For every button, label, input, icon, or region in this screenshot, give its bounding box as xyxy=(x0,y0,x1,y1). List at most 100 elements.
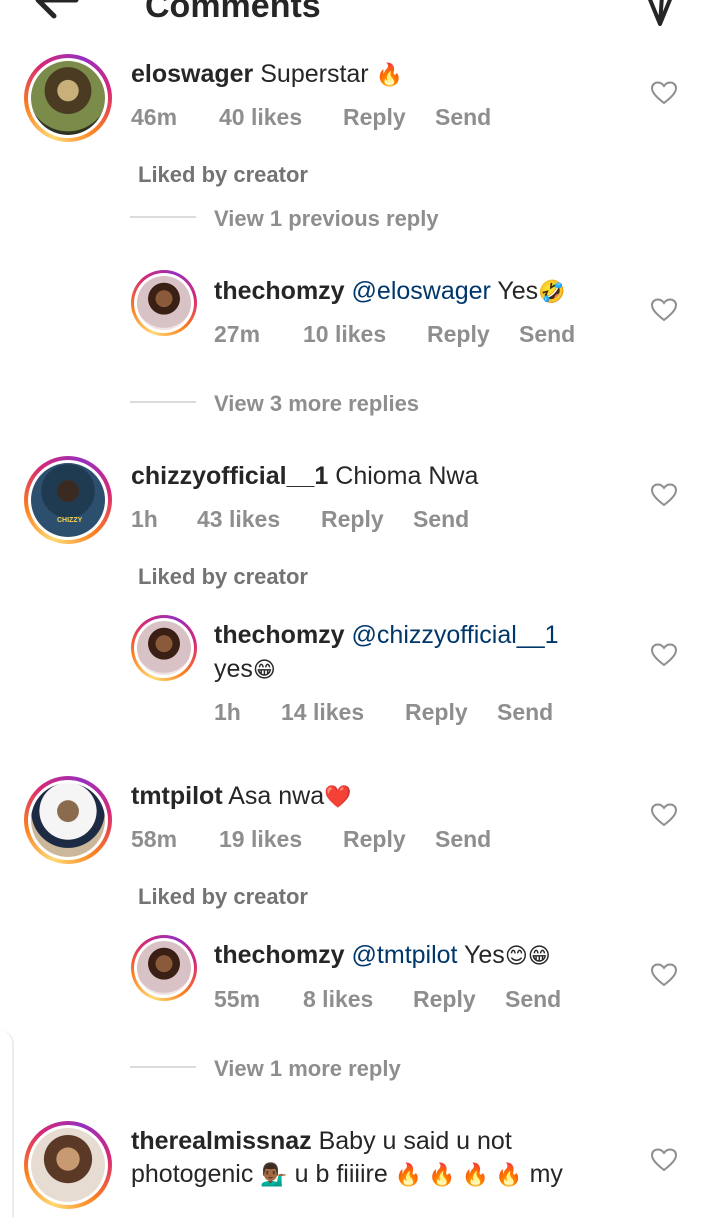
send-button[interactable]: Send xyxy=(519,321,575,348)
heart-icon[interactable] xyxy=(651,1148,677,1172)
red-heart-emoji: ❤️ xyxy=(324,784,352,809)
likes-count[interactable]: 19 likes xyxy=(219,826,302,853)
comment-text-line2c: my xyxy=(529,1160,563,1188)
avatar-eloswager[interactable] xyxy=(24,54,112,142)
avatar-thechomzy[interactable] xyxy=(131,270,197,336)
liked-by-creator: Liked by creator xyxy=(138,564,308,589)
reply-button[interactable]: Reply xyxy=(343,104,406,131)
heart-icon[interactable] xyxy=(651,803,677,827)
comment-text: Baby u said u not xyxy=(318,1127,512,1155)
fire-emojis: 🔥 🔥 🔥 🔥 xyxy=(394,1162,523,1187)
comment-text: Asa nwa xyxy=(228,782,325,810)
timestamp: 1h xyxy=(214,699,241,725)
comment-text: Chioma Nwa xyxy=(335,462,479,490)
send-button[interactable]: Send xyxy=(505,986,561,1013)
send-icon[interactable] xyxy=(638,0,682,28)
username[interactable]: thechomzy xyxy=(214,941,345,969)
profile-photo: CHIZZY xyxy=(31,463,105,537)
heart-icon[interactable] xyxy=(651,483,677,507)
divider xyxy=(130,216,196,218)
comment-text: Superstar xyxy=(260,60,369,88)
reply-text: Yes xyxy=(497,277,539,305)
smiling-emoji: 😊😁 xyxy=(504,943,551,968)
username[interactable]: thechomzy xyxy=(214,277,345,305)
send-button[interactable]: Send xyxy=(435,104,491,131)
username[interactable]: therealmissnaz xyxy=(131,1127,312,1155)
reply-meta: 55m 8 likes Reply Send xyxy=(214,986,614,1014)
scroll-edge xyxy=(0,1030,14,1217)
reply-button[interactable]: Reply xyxy=(427,321,490,348)
reply-button[interactable]: Reply xyxy=(321,506,384,533)
send-button[interactable]: Send xyxy=(497,699,553,726)
heart-icon[interactable] xyxy=(651,643,677,667)
username[interactable]: chizzyofficial__1 xyxy=(131,462,328,490)
mention-link[interactable]: @eloswager xyxy=(352,277,491,305)
username[interactable]: thechomzy xyxy=(214,621,345,649)
reply-body: thechomzy @tmtpilot Yes😊😁 xyxy=(214,939,551,972)
send-button[interactable]: Send xyxy=(413,506,469,533)
liked-by-creator: Liked by creator xyxy=(138,884,308,909)
likes-count[interactable]: 14 likes xyxy=(281,699,364,726)
comment-meta: 58m 19 likes Reply Send xyxy=(131,826,531,854)
heart-icon[interactable] xyxy=(651,298,677,322)
reply-button[interactable]: Reply xyxy=(413,986,476,1013)
comment-body-line2: photogenic 💁🏾‍♂️ u b fiiiire 🔥 🔥 🔥 🔥 my xyxy=(131,1158,563,1191)
likes-count[interactable]: 43 likes xyxy=(197,506,280,533)
heart-icon[interactable] xyxy=(651,81,677,105)
profile-photo xyxy=(31,783,105,857)
reply-body-line2: yes😁 xyxy=(214,653,276,686)
person-tipping-hand-emoji: 💁🏾‍♂️ xyxy=(260,1162,288,1187)
avatar-caption: CHIZZY xyxy=(57,517,83,524)
avatar-thechomzy[interactable] xyxy=(131,615,197,681)
comment-body: therealmissnaz Baby u said u not xyxy=(131,1125,512,1158)
comment-body: chizzyofficial__1 Chioma Nwa xyxy=(131,460,478,493)
comment-body: eloswager Superstar 🔥 xyxy=(131,58,403,91)
mention-link[interactable]: @chizzyofficial__1 xyxy=(352,621,559,649)
avatar-tmtpilot[interactable] xyxy=(24,776,112,864)
view-more-reply[interactable]: View 1 more reply xyxy=(214,1056,401,1082)
view-more-replies[interactable]: View 3 more replies xyxy=(214,391,419,417)
likes-count[interactable]: 8 likes xyxy=(303,986,373,1013)
timestamp: 1h xyxy=(131,506,158,532)
profile-photo xyxy=(31,61,105,135)
likes-count[interactable]: 10 likes xyxy=(303,321,386,348)
timestamp: 55m xyxy=(214,986,261,1012)
back-arrow-icon[interactable] xyxy=(30,0,82,24)
view-previous-reply[interactable]: View 1 previous reply xyxy=(214,206,439,232)
reply-body: thechomzy @eloswager Yes🤣 xyxy=(214,275,566,308)
fire-emoji: 🔥 xyxy=(375,62,403,87)
laughing-emoji: 🤣 xyxy=(538,279,566,304)
grinning-emoji: 😁 xyxy=(252,657,276,682)
username[interactable]: tmtpilot xyxy=(131,782,223,810)
avatar-thechomzy[interactable] xyxy=(131,935,197,1001)
header: Comments xyxy=(0,0,720,30)
comment-body: tmtpilot Asa nwa❤️ xyxy=(131,780,352,813)
reply-button[interactable]: Reply xyxy=(405,699,468,726)
avatar-therealmissnaz[interactable] xyxy=(24,1121,112,1209)
username[interactable]: eloswager xyxy=(131,60,253,88)
timestamp: 46m xyxy=(131,104,178,130)
page-title: Comments xyxy=(145,0,321,25)
timestamp: 27m xyxy=(214,321,261,347)
timestamp: 58m xyxy=(131,826,178,852)
reply-text: yes xyxy=(214,655,253,683)
reply-button[interactable]: Reply xyxy=(343,826,406,853)
comment-meta: 1h 43 likes Reply Send xyxy=(131,506,531,534)
divider xyxy=(130,401,196,403)
send-button[interactable]: Send xyxy=(435,826,491,853)
comment-meta: 46m 40 likes Reply Send xyxy=(131,104,531,132)
mention-link[interactable]: @tmtpilot xyxy=(352,941,458,969)
reply-text: Yes xyxy=(464,941,505,969)
profile-photo xyxy=(31,1128,105,1202)
avatar-chizzyofficial[interactable]: CHIZZY xyxy=(24,456,112,544)
reply-meta: 1h 14 likes Reply Send xyxy=(214,699,614,727)
profile-photo xyxy=(137,941,191,995)
comment-text-line2: photogenic xyxy=(131,1160,254,1188)
liked-by-creator: Liked by creator xyxy=(138,162,308,187)
heart-icon[interactable] xyxy=(651,963,677,987)
profile-photo xyxy=(137,621,191,675)
reply-meta: 27m 10 likes Reply Send xyxy=(214,321,614,349)
likes-count[interactable]: 40 likes xyxy=(219,104,302,131)
comment-text-line2b: u b fiiiire xyxy=(294,1160,388,1188)
profile-photo xyxy=(137,276,191,330)
